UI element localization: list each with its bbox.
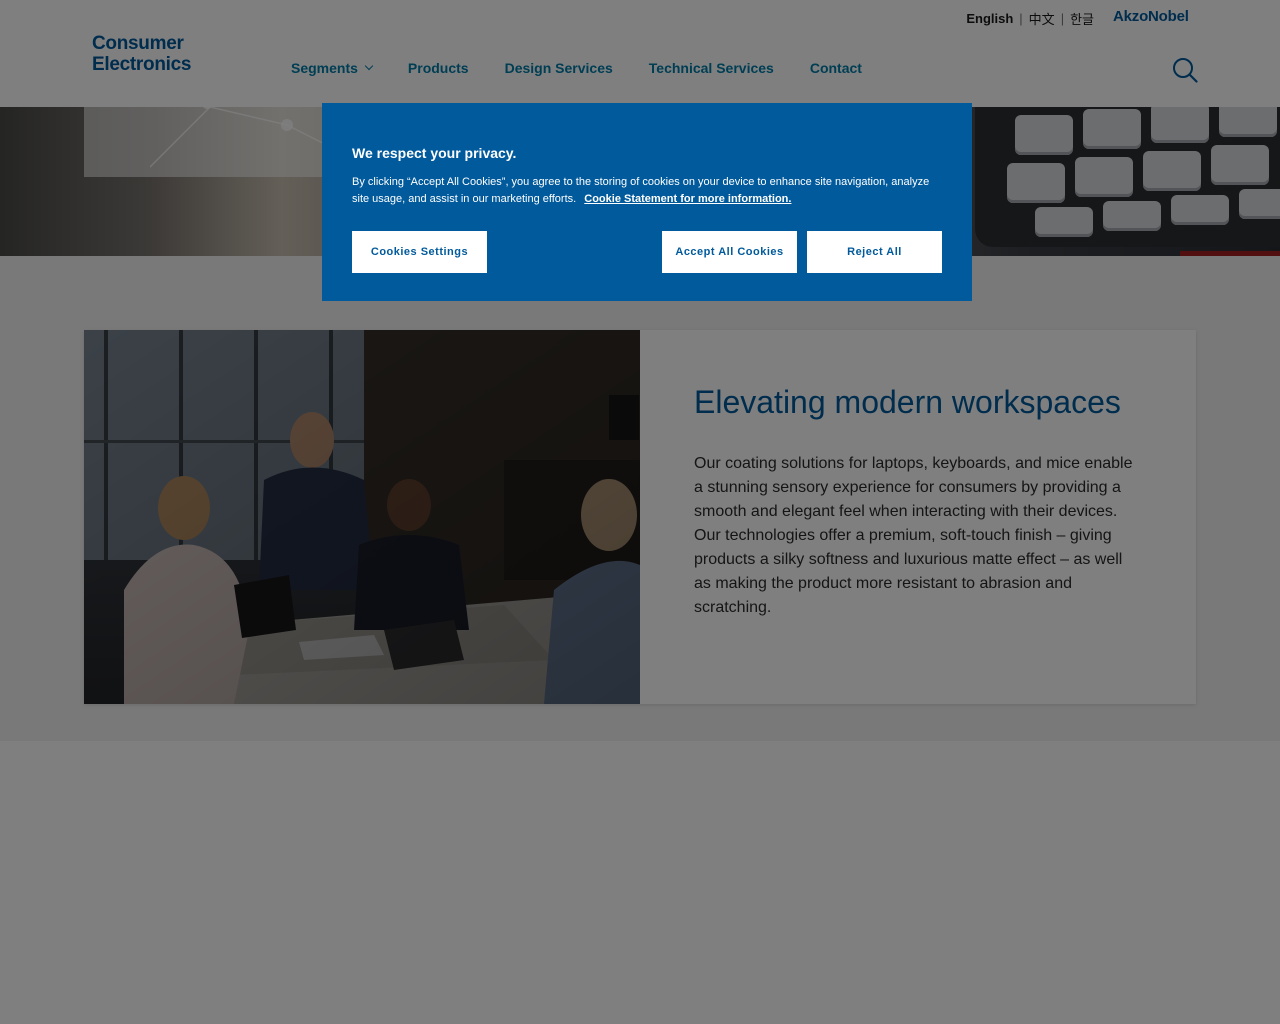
accept-all-cookies-button[interactable]: Accept All Cookies bbox=[662, 231, 797, 273]
reject-all-button[interactable]: Reject All bbox=[807, 231, 942, 273]
cookie-consent-banner: We respect your privacy. By clicking “Ac… bbox=[322, 103, 972, 301]
cookie-statement-link[interactable]: Cookie Statement for more information. bbox=[584, 193, 791, 205]
cookie-description: By clicking “Accept All Cookies”, you ag… bbox=[352, 174, 942, 208]
cookies-settings-button[interactable]: Cookies Settings bbox=[352, 231, 487, 273]
cookie-title: We respect your privacy. bbox=[352, 145, 517, 161]
